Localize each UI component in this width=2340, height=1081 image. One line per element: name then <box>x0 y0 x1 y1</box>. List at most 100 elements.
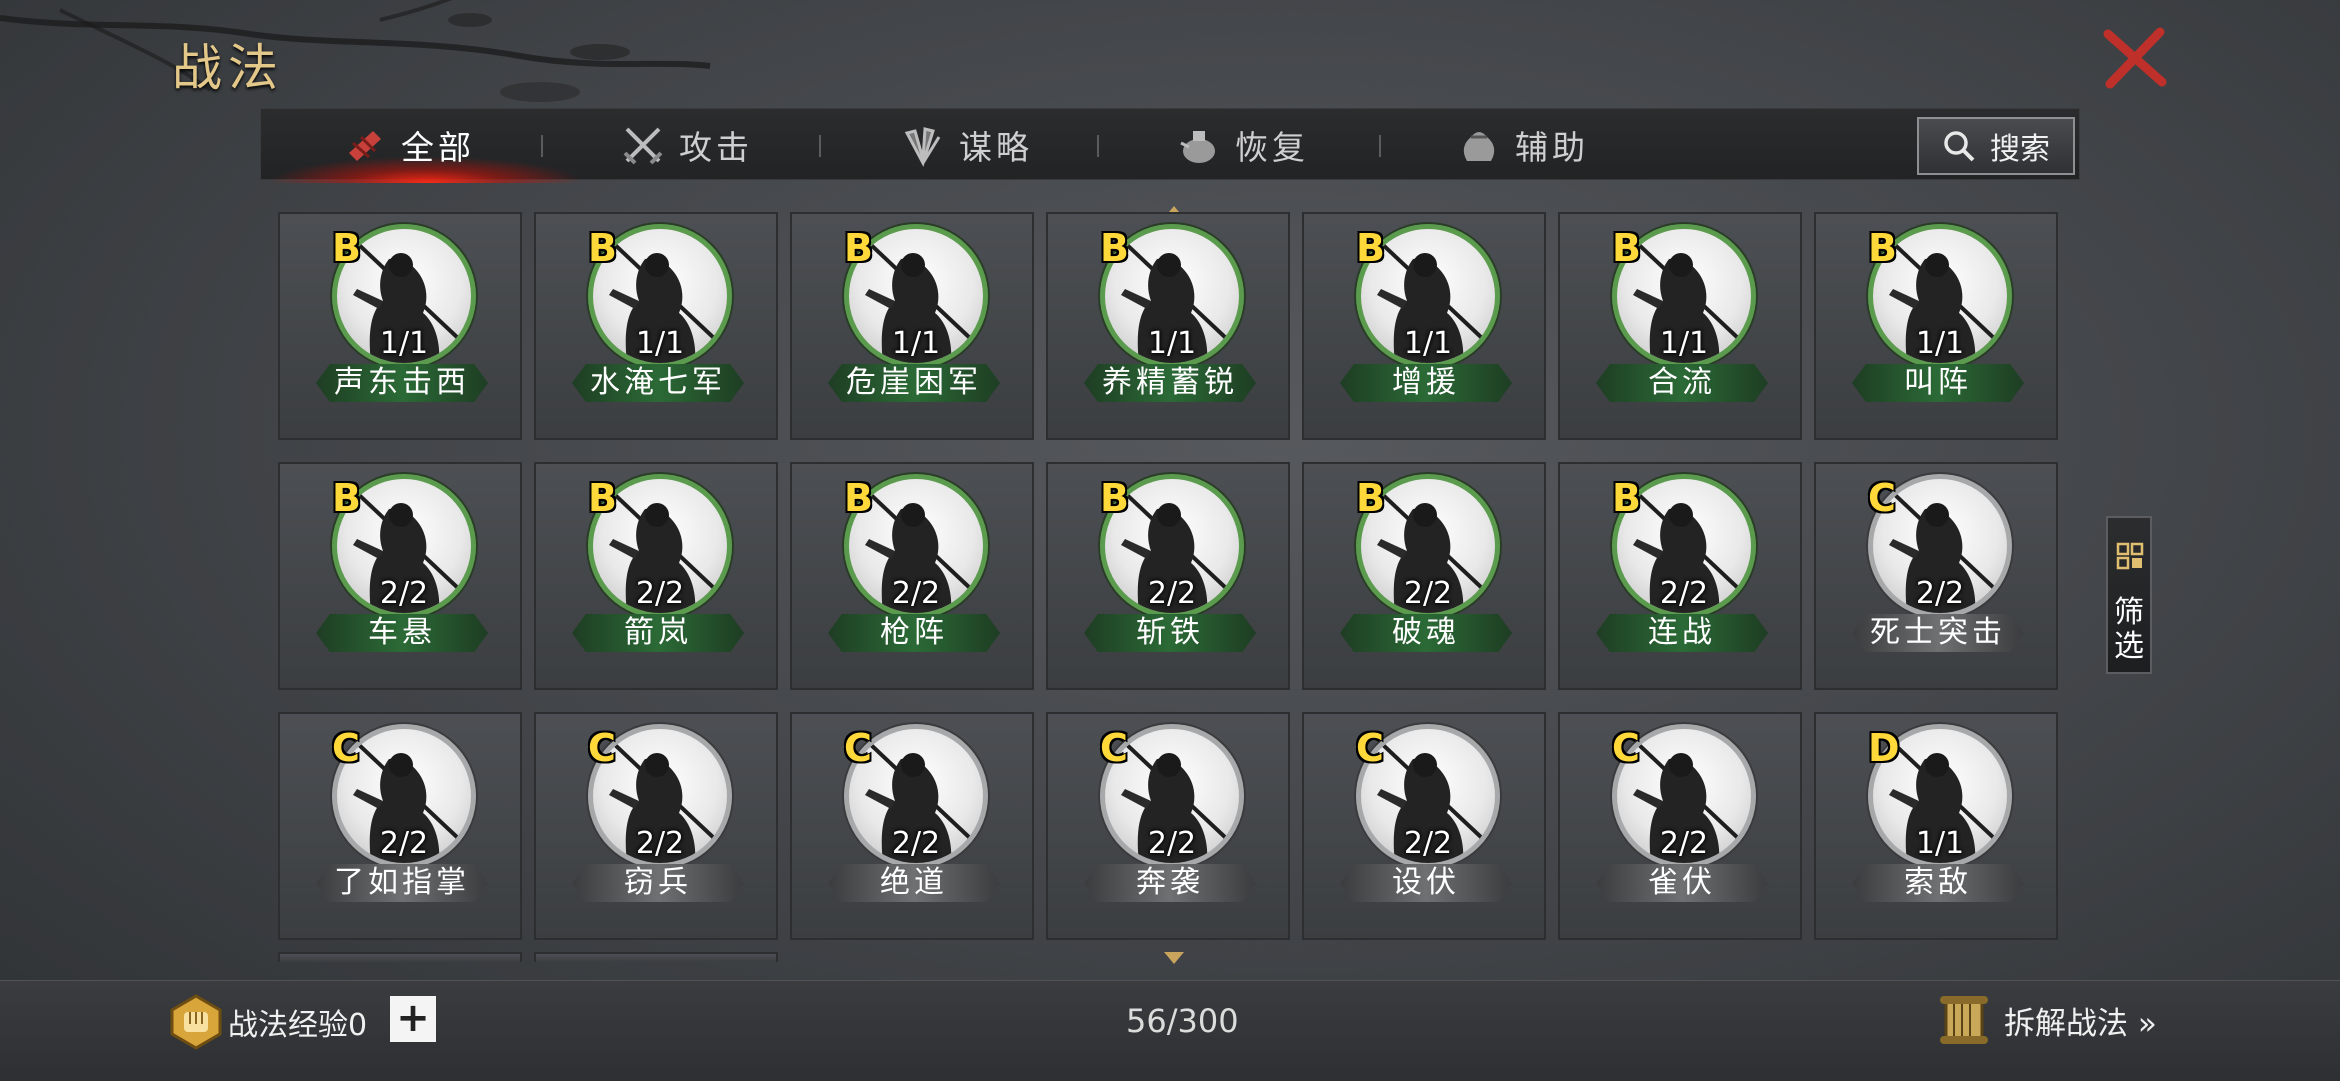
tactic-level: 2/2 <box>1915 576 1965 611</box>
add-exp-button[interactable]: + <box>390 996 436 1042</box>
tactic-card[interactable]: B 2/2 枪阵 <box>790 462 1034 690</box>
tactic-name: 车悬 <box>316 614 488 652</box>
tactic-level: 2/2 <box>1403 576 1453 611</box>
tactic-card[interactable]: B 2/2 斩铁 <box>1046 462 1290 690</box>
tactic-card[interactable]: B 1/1 养精蓄锐 <box>1046 212 1290 440</box>
tactic-card[interactable]: B 2/2 破魂 <box>1302 462 1546 690</box>
tactic-card[interactable]: B 1/1 水淹七军 <box>534 212 778 440</box>
fist-exp-icon <box>170 994 222 1050</box>
tactic-grade: B <box>332 226 361 270</box>
tab-support[interactable]: 辅助 <box>1457 109 1589 181</box>
tactic-grade: C <box>1356 726 1384 770</box>
tactic-card[interactable]: C 2/2 雀伏 <box>1558 712 1802 940</box>
tab-divider <box>1379 135 1381 157</box>
all-bundle-icon <box>349 131 381 161</box>
tactic-grade: B <box>1868 226 1897 270</box>
tactic-card[interactable]: B 1/1 增援 <box>1302 212 1546 440</box>
tactic-grade: B <box>1100 226 1129 270</box>
tactic-level: 2/2 <box>635 576 685 611</box>
tactic-name: 雀伏 <box>1596 864 1768 902</box>
close-icon <box>2103 27 2167 89</box>
tactic-grade: B <box>1356 476 1385 520</box>
tab-divider <box>819 135 821 157</box>
tactic-name: 合流 <box>1596 364 1768 402</box>
tactic-card-partial <box>278 952 522 962</box>
filter-button[interactable]: 筛选 <box>2106 516 2152 674</box>
tab-label: 谋略 <box>959 128 1033 167</box>
tactic-grade: B <box>588 226 617 270</box>
tactic-card[interactable]: D 1/1 索敌 <box>1814 712 2058 940</box>
tab-strategy[interactable]: 谋略 <box>901 109 1033 181</box>
tactic-level: 1/1 <box>1659 326 1709 361</box>
tactic-name: 设伏 <box>1340 864 1512 902</box>
tactic-card[interactable]: B 1/1 合流 <box>1558 212 1802 440</box>
tactic-name: 声东击西 <box>316 364 488 402</box>
tactic-name: 养精蓄锐 <box>1084 364 1256 402</box>
scroll-down-arrow <box>1164 952 1184 964</box>
tactic-grade: C <box>1612 726 1640 770</box>
tactic-card[interactable]: B 1/1 叫阵 <box>1814 212 2058 440</box>
tactic-card[interactable]: C 2/2 绝道 <box>790 712 1034 940</box>
tactic-grade: C <box>844 726 872 770</box>
tactic-name: 枪阵 <box>828 614 1000 652</box>
tactic-level: 2/2 <box>635 826 685 861</box>
tactic-grade: B <box>1612 476 1641 520</box>
tactic-level: 1/1 <box>1403 326 1453 361</box>
tactic-level: 1/1 <box>1915 326 1965 361</box>
tab-recover[interactable]: 恢复 <box>1177 109 1309 181</box>
tactic-level: 2/2 <box>891 826 941 861</box>
tactic-card[interactable]: B 2/2 箭岚 <box>534 462 778 690</box>
tactic-level: 1/1 <box>1147 326 1197 361</box>
tactic-card[interactable]: B 1/1 危崖困军 <box>790 212 1034 440</box>
tactic-level: 1/1 <box>891 326 941 361</box>
tactic-count: 56/300 <box>1126 1002 1239 1040</box>
dismantle-tactic-button[interactable]: 拆解战法 » <box>1936 992 2157 1048</box>
pouch-icon <box>1463 132 1495 161</box>
tactic-level: 2/2 <box>1147 576 1197 611</box>
filter-label: 筛选 <box>2114 595 2144 664</box>
tactic-card[interactable]: B 2/2 连战 <box>1558 462 1802 690</box>
tactic-exp-label: 战法经验0 <box>228 1008 368 1043</box>
tab-label: 辅助 <box>1515 128 1589 167</box>
tactic-card[interactable]: C 2/2 了如指掌 <box>278 712 522 940</box>
tactic-name: 箭岚 <box>572 614 744 652</box>
search-label: 搜索 <box>1990 132 2050 167</box>
tactic-grade: B <box>1100 476 1129 520</box>
tab-divider <box>541 135 543 157</box>
tactic-name: 了如指掌 <box>316 864 488 902</box>
tactic-grade: B <box>844 226 873 270</box>
medicine-pot-icon <box>1180 131 1215 163</box>
tab-label: 恢复 <box>1235 128 1309 167</box>
tab-label: 攻击 <box>679 128 753 167</box>
tactic-grade: C <box>332 726 360 770</box>
tactic-card[interactable]: C 2/2 死士突击 <box>1814 462 2058 690</box>
tactic-grade: B <box>844 476 873 520</box>
tab-attack[interactable]: 攻击 <box>621 109 753 181</box>
tactic-name: 索敌 <box>1852 864 2024 902</box>
tactic-card[interactable]: B 2/2 车悬 <box>278 462 522 690</box>
category-tab-bar: 全部 攻击 谋略 恢复 辅助 搜索 <box>260 108 2080 183</box>
tactic-card[interactable]: C 2/2 设伏 <box>1302 712 1546 940</box>
tactic-card[interactable]: C 2/2 奔袭 <box>1046 712 1290 940</box>
tactic-name: 窃兵 <box>572 864 744 902</box>
tactic-level: 2/2 <box>379 826 429 861</box>
tactic-name: 破魂 <box>1340 614 1512 652</box>
close-button[interactable] <box>2100 26 2170 90</box>
tactic-card[interactable]: C 2/2 窃兵 <box>534 712 778 940</box>
tab-all[interactable]: 全部 <box>343 109 475 181</box>
tactic-name: 水淹七军 <box>572 364 744 402</box>
tactic-name: 斩铁 <box>1084 614 1256 652</box>
tactic-name: 连战 <box>1596 614 1768 652</box>
tactic-grade: D <box>1868 726 1900 770</box>
tactic-level: 2/2 <box>1659 826 1709 861</box>
grid-filter-icon <box>2116 542 2144 570</box>
search-button[interactable]: 搜索 <box>1917 117 2075 175</box>
tactic-grade: B <box>588 476 617 520</box>
tactic-name: 叫阵 <box>1852 364 2024 402</box>
tactic-card[interactable]: B 1/1 声东击西 <box>278 212 522 440</box>
tactic-grade: B <box>332 476 361 520</box>
wing-fan-icon <box>904 127 941 167</box>
tab-divider <box>1097 135 1099 157</box>
tactic-grade: C <box>1868 476 1896 520</box>
tactic-name: 绝道 <box>828 864 1000 902</box>
